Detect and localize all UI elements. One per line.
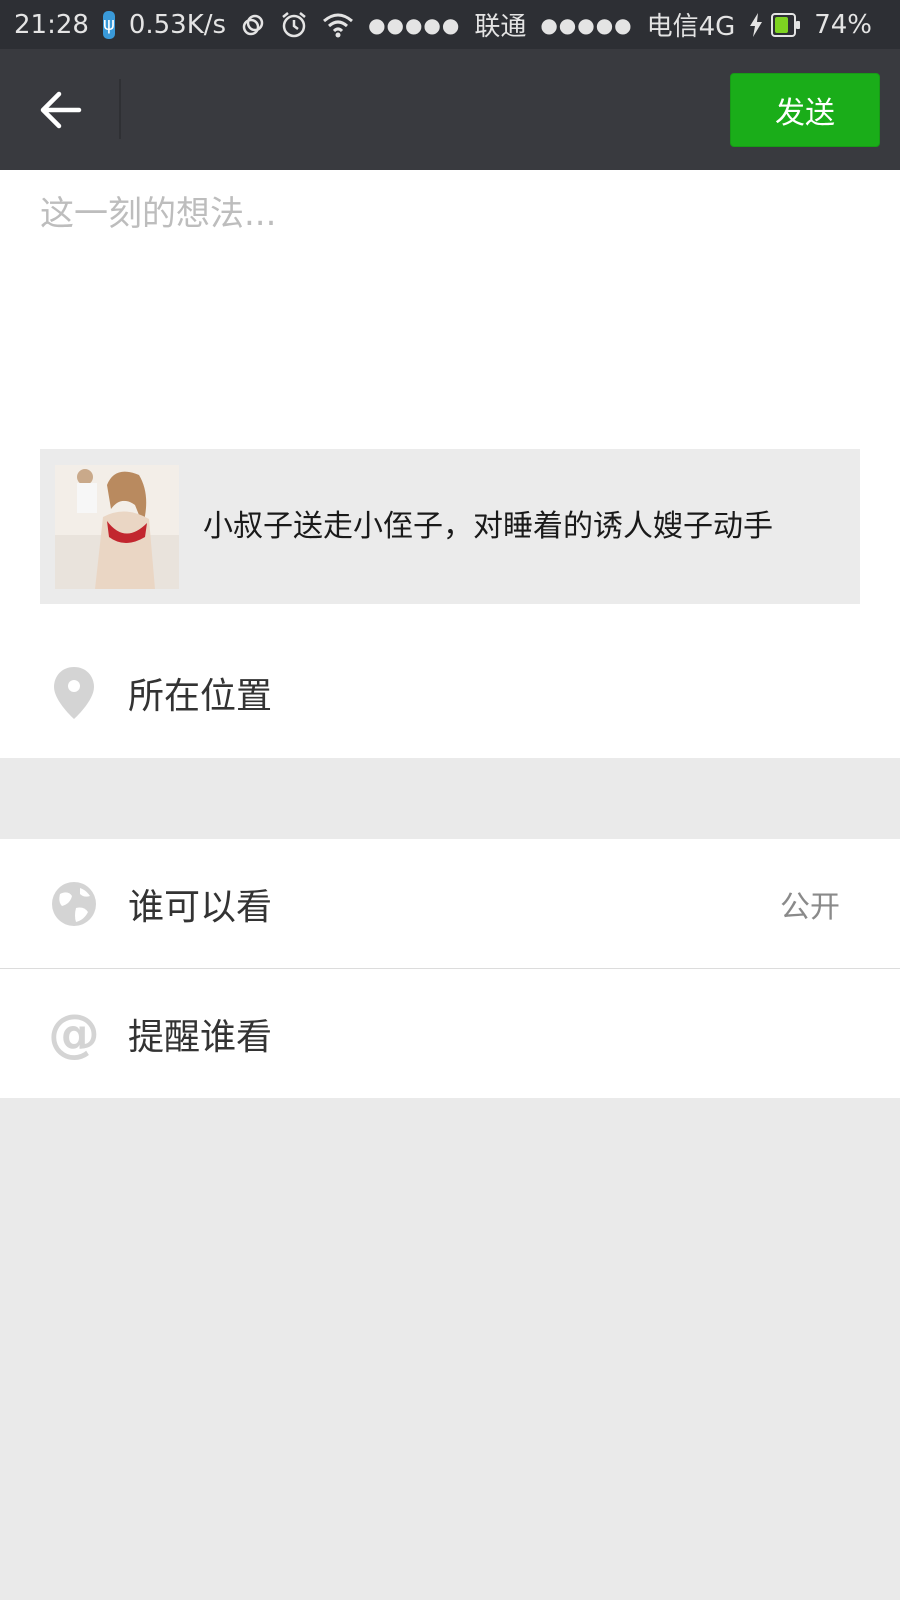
link-thumbnail <box>55 464 179 589</box>
battery-percent: 74% <box>814 9 872 40</box>
moment-text-input[interactable] <box>40 186 860 406</box>
send-button[interactable]: 发送 <box>730 73 880 147</box>
carrier1-name: 联通 <box>474 12 527 42</box>
network-speed: 0.53K/s <box>128 9 227 40</box>
sync-icon <box>240 12 266 38</box>
settings-group: 谁可以看 公开 @ 提醒谁看 <box>0 839 900 1098</box>
shared-link-card[interactable]: 小叔子送走小侄子，对睡着的诱人嫂子动手 <box>40 449 860 604</box>
at-icon: @ <box>48 1003 100 1064</box>
wifi-icon <box>322 12 354 38</box>
usb-icon: ψ <box>102 10 115 39</box>
globe-icon <box>50 876 98 932</box>
location-label: 所在位置 <box>128 676 273 717</box>
alarm-icon <box>280 11 308 39</box>
carrier2-name: 电信4G <box>646 12 736 42</box>
location-row[interactable]: 所在位置 <box>0 628 900 758</box>
mention-label: 提醒谁看 <box>128 1016 273 1058</box>
link-title: 小叔子送走小侄子，对睡着的诱人嫂子动手 <box>203 508 773 544</box>
carrier1-signal: ●●●●● <box>368 12 461 37</box>
status-bar: 21:28 ψ 0.53K/s ●●●●● 联通 ●●●●● 电信4G 74% <box>0 0 900 49</box>
compose-area: 小叔子送走小侄子，对睡着的诱人嫂子动手 所在位置 <box>0 170 900 758</box>
title-bar: 发送 <box>0 49 900 170</box>
arrow-left-icon <box>40 91 82 129</box>
mention-row[interactable]: @ 提醒谁看 <box>0 969 900 1098</box>
charging-icon <box>749 12 763 37</box>
carrier2-signal: ●●●●● <box>540 12 633 37</box>
visibility-row[interactable]: 谁可以看 公开 <box>0 839 900 968</box>
title-divider <box>119 79 121 139</box>
back-button[interactable] <box>30 79 92 141</box>
clock: 21:28 <box>14 9 89 40</box>
battery-icon <box>771 12 801 37</box>
visibility-label: 谁可以看 <box>128 886 273 928</box>
visibility-value: 公开 <box>780 889 840 925</box>
location-pin-icon <box>50 665 98 721</box>
